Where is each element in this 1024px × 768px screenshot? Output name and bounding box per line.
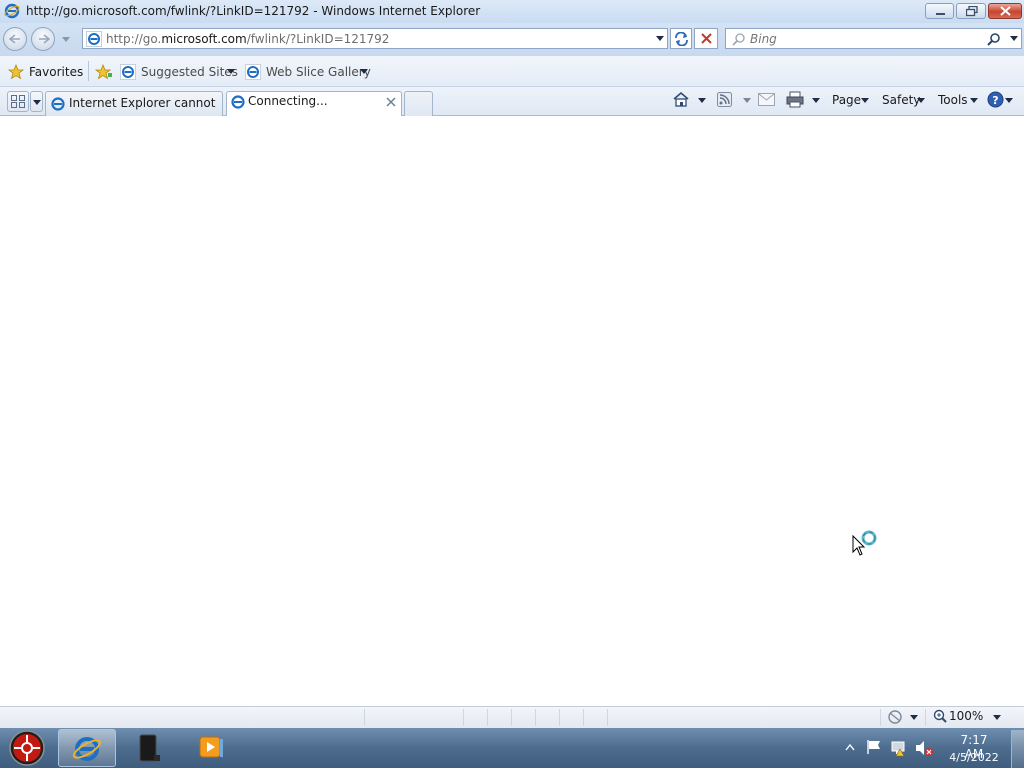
stop-icon — [701, 33, 712, 44]
tab1-label: Internet Explorer cannot di... — [69, 96, 219, 110]
new-tab-button[interactable] — [404, 91, 433, 116]
stop-button[interactable] — [694, 28, 718, 49]
forward-arrow-icon — [39, 34, 50, 44]
suggested-sites-dropdown[interactable] — [227, 69, 235, 74]
action-center-flag-icon[interactable] — [865, 739, 883, 755]
star-icon — [8, 64, 24, 80]
tab-list-button[interactable] — [30, 91, 43, 112]
status-separator — [607, 709, 608, 726]
minimize-button[interactable] — [925, 3, 954, 19]
zoom-level[interactable]: 100% — [949, 709, 983, 723]
taskbar-app-1[interactable] — [124, 729, 176, 767]
taskbar-media-player[interactable] — [186, 729, 238, 767]
back-button[interactable] — [3, 27, 27, 51]
search-options-dropdown[interactable] — [1010, 36, 1018, 41]
status-separator — [364, 709, 365, 726]
close-icon — [1000, 6, 1011, 16]
volume-muted-icon[interactable] — [914, 739, 934, 757]
svg-text:?: ? — [992, 94, 998, 107]
tab2-label: Connecting... — [248, 94, 328, 108]
address-bar[interactable]: http://go.microsoft.com/fwlink/?LinkID=1… — [82, 28, 668, 49]
search-provider-icon — [732, 33, 745, 46]
status-separator — [511, 709, 512, 726]
restore-icon — [966, 6, 978, 17]
taskbar-ie-icon — [72, 737, 102, 761]
web-slice-ie-icon — [245, 64, 261, 80]
status-separator — [535, 709, 536, 726]
page-ie-icon — [86, 31, 102, 47]
protected-mode-dropdown[interactable] — [910, 715, 918, 720]
window-title: http://go.microsoft.com/fwlink/?LinkID=1… — [26, 4, 481, 18]
taskbar-app-1-icon — [139, 734, 160, 762]
address-url[interactable]: http://go.microsoft.com/fwlink/?LinkID=1… — [106, 32, 389, 46]
page-menu-dropdown-icon — [861, 98, 869, 103]
home-dropdown[interactable] — [698, 98, 706, 103]
taskbar-internet-explorer[interactable] — [58, 729, 116, 767]
page-menu[interactable]: Page — [832, 93, 861, 107]
tab1-ie-icon — [51, 97, 65, 111]
address-dropdown-icon[interactable] — [656, 36, 664, 41]
suggested-sites-link[interactable]: Suggested Sites — [141, 65, 238, 79]
safety-menu[interactable]: Safety — [882, 93, 920, 107]
favorites-label[interactable]: Favorites — [29, 65, 83, 79]
show-hidden-icons-icon[interactable] — [845, 743, 855, 751]
url-domain: microsoft.com — [161, 32, 247, 46]
feed-icon[interactable] — [717, 92, 732, 107]
search-input[interactable] — [750, 30, 970, 47]
back-arrow-icon — [9, 34, 20, 44]
add-favorite-icon[interactable] — [95, 64, 113, 80]
favorites-separator — [88, 61, 89, 81]
forward-button[interactable] — [31, 27, 55, 51]
help-dropdown[interactable] — [1005, 98, 1013, 103]
url-path: /fwlink/?LinkID=121792 — [246, 32, 390, 46]
status-separator — [583, 709, 584, 726]
status-bar — [0, 706, 1024, 728]
print-icon[interactable] — [786, 91, 804, 108]
mail-icon[interactable] — [758, 93, 775, 106]
zoom-icon[interactable] — [933, 709, 947, 723]
start-button[interactable] — [7, 729, 47, 767]
restore-button[interactable] — [956, 3, 986, 19]
close-button[interactable] — [988, 3, 1022, 19]
web-slice-gallery-dropdown[interactable] — [360, 69, 368, 74]
url-prefix: http://go. — [106, 32, 162, 46]
zoom-dropdown[interactable] — [993, 715, 1001, 720]
tools-menu[interactable]: Tools — [938, 93, 968, 107]
home-icon[interactable] — [672, 91, 690, 108]
recent-pages-dropdown[interactable] — [62, 37, 70, 42]
busy-cursor-icon — [852, 530, 877, 556]
status-separator — [925, 709, 926, 726]
status-separator — [463, 709, 464, 726]
minimize-icon — [936, 13, 945, 15]
status-separator — [559, 709, 560, 726]
tab-close-icon[interactable] — [386, 97, 396, 107]
refresh-button[interactable] — [670, 28, 692, 49]
quick-tabs-icon — [11, 95, 25, 108]
search-box[interactable] — [725, 28, 1022, 49]
tools-menu-dropdown-icon — [970, 98, 978, 103]
clock-date[interactable]: 4/5/2022 — [945, 751, 1003, 764]
tab-list-dropdown-icon — [33, 100, 41, 105]
refresh-icon — [675, 32, 688, 46]
web-slice-gallery-link[interactable]: Web Slice Gallery — [266, 65, 371, 79]
feeds-dropdown[interactable] — [743, 98, 751, 103]
protected-mode-icon[interactable] — [886, 709, 904, 725]
show-desktop-button[interactable] — [1011, 730, 1024, 768]
print-dropdown[interactable] — [812, 98, 820, 103]
quick-tabs-button[interactable] — [7, 91, 29, 112]
search-icon[interactable] — [987, 32, 1001, 46]
ie-icon — [4, 3, 20, 19]
help-icon[interactable]: ? — [987, 91, 1004, 108]
network-warning-icon[interactable] — [890, 739, 908, 757]
status-separator — [487, 709, 488, 726]
tab2-ie-icon — [231, 95, 245, 109]
media-player-icon — [199, 736, 223, 758]
page-content[interactable] — [0, 116, 1024, 706]
status-separator — [880, 709, 881, 726]
suggested-sites-ie-icon — [120, 64, 136, 80]
safety-menu-dropdown-icon — [917, 98, 925, 103]
